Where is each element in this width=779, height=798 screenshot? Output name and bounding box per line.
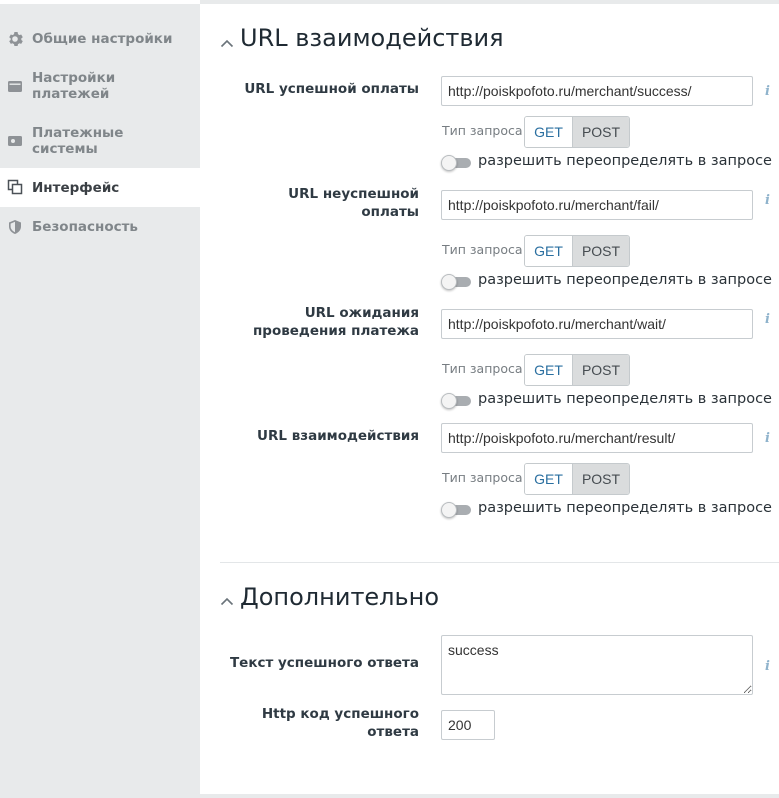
bottom-strip — [200, 794, 779, 798]
override-toggle[interactable] — [441, 155, 471, 171]
result-url-input[interactable] — [441, 423, 753, 453]
field-label-success-text: Текст успешного ответа — [229, 655, 419, 671]
http-code-input[interactable] — [441, 710, 495, 740]
get-button[interactable]: GET — [525, 117, 573, 147]
collapse-chevron-icon[interactable] — [220, 38, 234, 48]
request-type-label: Тип запроса — [442, 470, 523, 485]
section-title-extra: Дополнительно — [240, 583, 440, 611]
field-label-success-url: URL успешной оплаты — [244, 81, 419, 97]
override-toggle[interactable] — [441, 502, 471, 518]
request-method-toggle: GET POST — [524, 463, 630, 495]
sidebar-item-interface[interactable]: Интерфейс — [0, 168, 200, 207]
post-button[interactable]: POST — [573, 236, 629, 266]
info-icon[interactable]: i — [760, 83, 774, 97]
request-type-label: Тип запроса — [442, 242, 523, 257]
info-icon[interactable]: i — [760, 430, 774, 444]
override-label: разрешить переопределять в запросе — [478, 500, 772, 516]
info-icon[interactable]: i — [760, 192, 774, 206]
field-label-wait-url: URL ожидания проведения платежа — [252, 305, 419, 339]
override-label: разрешить переопределять в запросе — [478, 153, 772, 169]
sidebar-item-label: Платежные системы — [32, 125, 124, 157]
info-icon[interactable]: i — [760, 311, 774, 325]
field-label-fail-url: URL неуспешной оплаты — [288, 186, 419, 220]
sidebar-item-payment-systems[interactable]: Платежные системы — [0, 121, 200, 161]
sidebar-item-label: Интерфейс — [32, 180, 120, 196]
post-button[interactable]: POST — [573, 355, 629, 385]
success-url-input[interactable] — [441, 76, 753, 106]
svg-text:i: i — [765, 431, 770, 444]
request-method-toggle: GET POST — [524, 235, 630, 267]
sidebar-item-label: Безопасность — [32, 219, 138, 235]
svg-text:i: i — [765, 312, 770, 325]
field-label-result-url: URL взаимодействия — [257, 428, 419, 444]
override-label: разрешить переопределять в запросе — [478, 272, 772, 288]
sidebar-item-payment-settings[interactable]: Настройки платежей — [0, 66, 200, 106]
svg-text:i: i — [765, 193, 770, 206]
get-button[interactable]: GET — [525, 464, 573, 494]
card-icon — [8, 136, 22, 146]
wallet-icon — [8, 81, 22, 92]
sidebar-item-label: Общие настройки — [32, 31, 173, 47]
svg-text:i: i — [765, 84, 770, 97]
sidebar: Общие настройки Настройки платежей Плате… — [0, 0, 200, 798]
section-divider — [220, 562, 779, 563]
info-icon[interactable]: i — [760, 658, 774, 672]
sidebar-item-security[interactable]: Безопасность — [0, 214, 200, 242]
collapse-chevron-icon[interactable] — [220, 596, 234, 606]
section-title-url: URL взаимодействия — [240, 24, 504, 52]
post-button[interactable]: POST — [573, 464, 629, 494]
gear-icon — [9, 32, 23, 46]
override-toggle[interactable] — [441, 274, 471, 290]
sidebar-item-label: Настройки платежей — [32, 70, 116, 102]
fail-url-input[interactable] — [441, 190, 753, 220]
request-method-toggle: GET POST — [524, 354, 630, 386]
svg-text:i: i — [765, 659, 770, 672]
request-method-toggle: GET POST — [524, 116, 630, 148]
request-type-label: Тип запроса — [442, 123, 523, 138]
override-toggle[interactable] — [441, 393, 471, 409]
windows-icon — [7, 179, 23, 195]
request-type-label: Тип запроса — [442, 361, 523, 376]
field-label-http-code: Http код успешного ответа — [261, 706, 419, 740]
override-label: разрешить переопределять в запросе — [478, 391, 772, 407]
main-panel: URL взаимодействия URL успешной оплаты i… — [200, 4, 779, 794]
shield-icon — [9, 220, 21, 234]
get-button[interactable]: GET — [525, 355, 573, 385]
sidebar-item-general-settings[interactable]: Общие настройки — [0, 26, 200, 54]
get-button[interactable]: GET — [525, 236, 573, 266]
wait-url-input[interactable] — [441, 309, 753, 339]
success-text-textarea[interactable]: success — [441, 635, 753, 695]
post-button[interactable]: POST — [573, 117, 629, 147]
